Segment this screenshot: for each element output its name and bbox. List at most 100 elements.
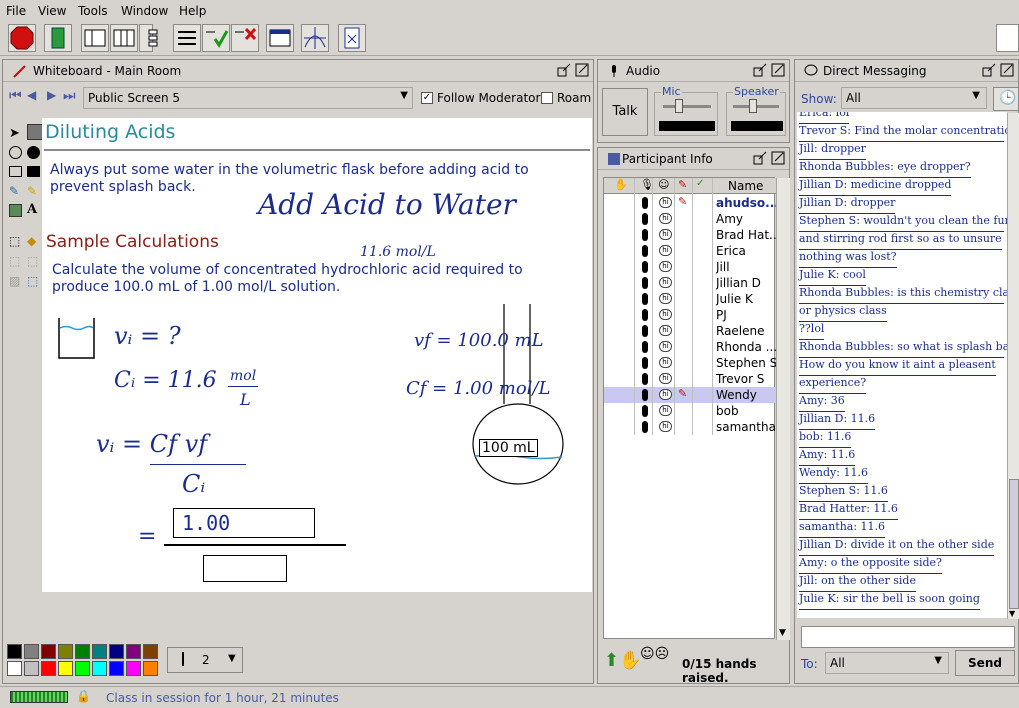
cut-icon[interactable]: ⬚ [9, 254, 20, 268]
menu-help[interactable]: Help [179, 4, 206, 18]
to-select[interactable]: All ▼ [825, 652, 949, 674]
send-button[interactable]: Send [955, 650, 1015, 676]
prev-screen-button[interactable]: ◀ [27, 88, 36, 102]
permission-column-icon[interactable]: ✓ [696, 178, 704, 189]
menu-tools[interactable]: Tools [78, 4, 108, 18]
table-button[interactable] [266, 24, 294, 52]
participant-row[interactable]: hi ahudso... ✎ [604, 195, 776, 211]
participant-row[interactable]: hi Rhonda ... [604, 339, 776, 355]
eraser-icon[interactable]: ◆ [27, 234, 36, 248]
mic-slider-track[interactable] [663, 105, 711, 108]
text-tool-icon[interactable]: A [27, 202, 37, 217]
color-swatch[interactable] [109, 661, 124, 676]
first-screen-button[interactable]: ⏮ [9, 88, 22, 104]
link-icon[interactable]: ⬚ [27, 274, 38, 288]
color-swatch[interactable] [58, 644, 73, 659]
maximize-icon[interactable] [1000, 63, 1014, 77]
color-swatch[interactable] [75, 661, 90, 676]
select-arrow-icon[interactable]: ➤ [9, 126, 20, 141]
participant-row[interactable]: hi Jill [604, 259, 776, 275]
show-select[interactable]: All ▼ [841, 87, 987, 109]
scroll-down-icon[interactable]: ▼ [1009, 609, 1015, 618]
color-swatch[interactable] [126, 644, 141, 659]
participant-row[interactable]: hi Brad Hat... [604, 227, 776, 243]
hint-icon[interactable] [996, 24, 1019, 52]
scroll-down-icon[interactable]: ▼ [779, 628, 786, 638]
document-button[interactable] [338, 24, 366, 52]
next-screen-button[interactable]: ▶ [47, 88, 56, 102]
menu-window[interactable]: Window [121, 4, 168, 18]
participant-row[interactable]: hi Stephen S [604, 355, 776, 371]
color-swatch[interactable] [7, 661, 22, 676]
pen-tool-icon[interactable]: ✎ [9, 184, 19, 198]
ellipse-tool-icon[interactable] [9, 146, 22, 159]
participant-row[interactable]: hi Amy [604, 211, 776, 227]
whiteboard-canvas[interactable]: Diluting Acids Always put some water in … [42, 118, 592, 592]
emote-column-icon[interactable]: ☺ [658, 178, 669, 191]
undock-icon[interactable] [982, 63, 996, 77]
participant-row[interactable]: hi Jillian D [604, 275, 776, 291]
color-swatch[interactable] [109, 644, 124, 659]
region-select-icon[interactable]: ⬚ [9, 234, 20, 248]
paste-icon[interactable]: ⬚ [27, 254, 38, 268]
color-swatch[interactable] [24, 644, 39, 659]
roam-checkbox[interactable] [541, 92, 553, 104]
menu-view[interactable]: View [38, 4, 66, 18]
line-width-select[interactable]: 2 ▼ [167, 647, 243, 673]
maximize-icon[interactable] [575, 63, 589, 77]
undock-icon[interactable] [753, 63, 767, 77]
color-swatch[interactable] [143, 661, 158, 676]
chat-scrollbar-thumb[interactable] [1009, 479, 1019, 609]
emoticon-buttons[interactable]: ☺☹ [640, 646, 669, 662]
chat-scrollbar[interactable]: ▼ [1007, 113, 1019, 619]
color-swatch[interactable] [92, 644, 107, 659]
last-screen-button[interactable]: ⏭ [63, 88, 76, 104]
line-tool-icon[interactable] [27, 124, 43, 140]
screen-select[interactable]: Public Screen 5 ▼ [83, 87, 413, 109]
quiz-button[interactable] [173, 24, 201, 52]
message-input[interactable] [801, 626, 1015, 648]
participant-row[interactable]: hi bob [604, 403, 776, 419]
participant-row[interactable]: hi Wendy ✎ [604, 387, 776, 403]
image-tool-icon[interactable] [9, 204, 22, 217]
maximize-icon[interactable] [771, 63, 785, 77]
filled-ellipse-tool-icon[interactable] [27, 146, 40, 159]
color-swatch[interactable] [41, 644, 56, 659]
participant-row[interactable]: hi PJ [604, 307, 776, 323]
layout-3-button[interactable] [139, 24, 158, 52]
menu-file[interactable]: File [6, 4, 26, 18]
undock-icon[interactable] [557, 63, 571, 77]
color-swatch[interactable] [41, 661, 56, 676]
check-button[interactable] [202, 24, 230, 52]
raise-hand-button[interactable]: ⬆✋ [604, 650, 642, 671]
color-swatch[interactable] [143, 644, 158, 659]
move-icon[interactable]: ▨ [9, 274, 20, 288]
layout-2-button[interactable] [110, 24, 138, 52]
follow-moderator-checkbox[interactable]: ✓ [421, 92, 433, 104]
graph-button[interactable] [301, 24, 329, 52]
color-swatch[interactable] [24, 661, 39, 676]
pen-column-icon[interactable]: ✎ [678, 178, 687, 191]
filled-rectangle-tool-icon[interactable] [27, 166, 40, 177]
layout-1-button[interactable] [81, 24, 109, 52]
maximize-icon[interactable] [771, 151, 785, 165]
participant-scrollbar[interactable]: ▼ [776, 178, 790, 640]
stop-button[interactable] [8, 24, 36, 52]
color-swatch[interactable] [92, 661, 107, 676]
participant-row[interactable]: hi Raelene [604, 323, 776, 339]
exit-button[interactable] [44, 24, 72, 52]
color-swatch[interactable] [75, 644, 90, 659]
participant-row[interactable]: hi Trevor S [604, 371, 776, 387]
name-column-header[interactable]: Name [728, 179, 763, 193]
speaker-slider-thumb[interactable] [749, 99, 757, 113]
mic-slider-thumb[interactable] [675, 99, 683, 113]
color-swatch[interactable] [58, 661, 73, 676]
undock-icon[interactable] [753, 151, 767, 165]
participant-row[interactable]: hi samantha [604, 419, 776, 435]
rectangle-tool-icon[interactable] [9, 166, 22, 177]
color-swatch[interactable] [7, 644, 22, 659]
talk-button[interactable]: Talk [602, 88, 648, 136]
highlighter-tool-icon[interactable]: ✎ [27, 184, 37, 198]
hand-column-icon[interactable]: ✋ [614, 178, 628, 191]
color-swatch[interactable] [126, 661, 141, 676]
